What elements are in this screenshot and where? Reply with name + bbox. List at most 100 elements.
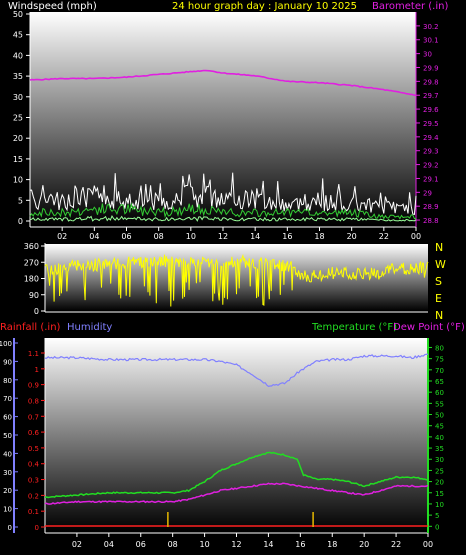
temperature-tick-label: 65 [435,378,444,386]
windspeed-tick-label: 40 [13,51,23,60]
humidity-tick-label: 40 [3,450,12,458]
rainfall-tick-label: 0.7 [28,413,39,421]
humidity-tick-label: 90 [3,358,12,366]
windspeed-tick-label: 50 [13,10,23,19]
hour-tick-label: 06 [121,232,131,241]
barometer-tick-label: 30 [423,51,432,59]
hour-tick-label: 06 [136,540,146,549]
windspeed-tick-label: 30 [13,93,23,102]
barometer-tick-label: 29 [423,189,432,197]
direction-tick-label: 180 [24,275,39,284]
humidity-tick-label: 80 [3,377,12,385]
temperature-tick-label: 35 [435,445,444,453]
humidity-tick-label: 60 [3,414,12,422]
barometer-tick-label: 29.1 [423,175,439,183]
rainfall-tick-label: 0.1 [28,508,39,516]
rainfall-tick-label: 0.8 [28,397,39,405]
hour-tick-label: 10 [199,540,209,549]
windspeed-tick-label: 5 [18,196,23,205]
windspeed-tick-label: 10 [13,176,23,185]
windspeed-tick-label: 25 [13,114,23,123]
rainfall-tick-label: 1 [35,366,39,374]
rainfall-tick-label: 0.9 [28,382,39,390]
temperature-tick-label: 25 [435,467,444,475]
hour-tick-label: 00 [411,232,421,241]
windspeed-tick-label: 20 [13,134,23,143]
humidity-tick-label: 0 [8,524,12,532]
temperature-tick-label: 75 [435,356,444,364]
temperature-tick-label: 30 [435,456,444,464]
direction-tick-label: 270 [24,258,39,267]
temperature-axis-title: Temperature (°F) [311,322,397,333]
compass-e: E [435,292,442,305]
compass-w: W [435,258,446,271]
hour-tick-label: 20 [347,232,357,241]
hour-tick-label: 04 [89,232,99,241]
humidity-tick-label: 70 [3,395,12,403]
temperature-tick-label: 45 [435,423,444,431]
weather-graph: Windspeed (mph) 24 hour graph day : Janu… [0,1,465,549]
humidity-tick-label: 50 [3,432,12,440]
barometer-tick-label: 30.1 [423,37,439,45]
temperature-tick-label: 10 [435,501,444,509]
rainfall-tick-label: 0.4 [28,461,40,469]
hour-tick-label: 20 [359,540,369,549]
barometer-tick-label: 29.4 [423,134,439,142]
temperature-tick-label: 70 [435,367,444,375]
windspeed-tick-label: 45 [13,31,23,40]
direction-tick-label: 0 [34,307,39,316]
direction-tick-label: 90 [29,291,39,300]
hour-tick-label: 00 [423,540,433,549]
rainfall-tick-label: 0.3 [28,477,39,485]
humidity-tick-label: 30 [3,469,12,477]
chart-title: 24 hour graph day : January 10 2025 [172,1,357,12]
barometer-tick-label: 29.8 [423,78,439,86]
rainfall-tick-label: 0 [35,524,39,532]
temperature-tick-label: 40 [435,434,444,442]
hour-tick-label: 02 [72,540,82,549]
compass-n-bottom: N [435,309,443,322]
hour-tick-label: 12 [231,540,241,549]
rainfall-tick-label: 0.6 [28,429,40,437]
compass-n-top: N [435,241,443,254]
temperature-tick-label: 55 [435,400,444,408]
rainfall-tick-label: 0.5 [28,445,39,453]
humidity-tick-label: 100 [0,340,12,348]
hour-tick-label: 22 [391,540,401,549]
hour-tick-label: 08 [168,540,178,549]
windspeed-tick-label: 0 [18,217,23,226]
rainfall-axis-title: Rainfall (.in) [0,322,61,333]
barometer-tick-label: 29.2 [423,162,439,170]
humidity-tick-label: 10 [3,506,12,514]
humidity-tick-label: 20 [3,487,12,495]
barometer-tick-label: 29.7 [423,92,439,100]
windspeed-tick-label: 15 [13,155,23,164]
rainfall-tick-label: 0.2 [28,492,39,500]
windspeed-tick-label: 35 [13,72,23,81]
temperature-tick-label: 80 [435,344,444,352]
barometer-tick-label: 30.2 [423,23,439,31]
hour-tick-label: 22 [379,232,389,241]
temperature-tick-label: 15 [435,490,444,498]
barometer-tick-label: 29.3 [423,148,439,156]
barometer-tick-label: 29.9 [423,64,439,72]
barometer-tick-label: 28.9 [423,203,439,211]
dewpoint-axis-title: Dew Point (°F) [393,322,465,333]
temperature-tick-label: 20 [435,479,444,487]
temperature-tick-label: 0 [435,523,439,531]
barometer-tick-label: 29.5 [423,120,439,128]
hour-tick-label: 12 [218,232,228,241]
temperature-tick-label: 60 [435,389,444,397]
temperature-tick-label: 50 [435,412,444,420]
temperature-tick-label: 5 [435,512,439,520]
hour-tick-label: 02 [57,232,67,241]
hour-tick-label: 08 [154,232,164,241]
hour-tick-label: 14 [263,540,273,549]
compass-s: S [435,275,442,288]
hour-tick-label: 04 [104,540,114,549]
hour-tick-label: 14 [250,232,260,241]
hour-tick-label: 18 [314,232,324,241]
barometer-tick-label: 29.6 [423,106,439,114]
hour-tick-label: 16 [282,232,292,241]
hour-tick-label: 16 [295,540,305,549]
